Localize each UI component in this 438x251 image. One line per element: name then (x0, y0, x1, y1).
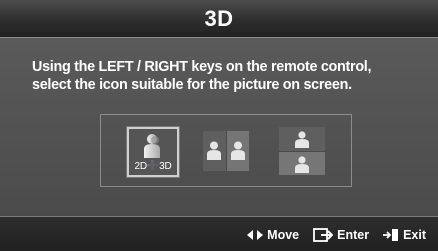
person-icon (207, 141, 221, 160)
3d-mode-options: 2D➕3D (100, 114, 352, 187)
side-by-side-left-half (203, 131, 227, 171)
person-icon (144, 134, 160, 158)
person-icon (230, 141, 245, 160)
footer-hints: Move Enter Exit (247, 217, 426, 251)
dialog-title: 3D (204, 5, 234, 31)
person-icon (295, 155, 309, 173)
option-side-by-side[interactable] (203, 131, 249, 171)
instruction-text: Using the LEFT / RIGHT keys on the remot… (32, 58, 422, 94)
instruction-line-1: Using the LEFT / RIGHT keys on the remot… (32, 59, 372, 75)
title-bar: 3D (0, 0, 438, 38)
exit-icon (383, 228, 399, 241)
left-right-arrows-icon (247, 229, 264, 240)
instruction-line-2: select the icon suitable for the picture… (32, 77, 352, 93)
person-icon (295, 131, 309, 148)
side-by-side-right-half (226, 131, 249, 171)
option-2d-to-3d[interactable]: 2D➕3D (126, 126, 180, 178)
footer-bar: Move Enter Exit (0, 216, 438, 251)
top-and-bottom-bottom-half (279, 151, 325, 175)
exit-label: Exit (403, 227, 426, 242)
option-top-and-bottom[interactable] (279, 127, 325, 175)
move-hint[interactable]: Move (247, 228, 299, 242)
enter-icon (313, 227, 334, 242)
enter-hint[interactable]: Enter (313, 228, 369, 242)
enter-label: Enter (337, 227, 370, 242)
move-label: Move (267, 227, 300, 242)
exit-hint[interactable]: Exit (383, 228, 426, 242)
dialog-body: Using the LEFT / RIGHT keys on the remot… (0, 38, 438, 216)
3d-settings-dialog: 3D Using the LEFT / RIGHT keys on the re… (0, 0, 438, 251)
option-2d-to-3d-label: 2D➕3D (134, 161, 172, 172)
top-and-bottom-top-half (279, 127, 325, 152)
